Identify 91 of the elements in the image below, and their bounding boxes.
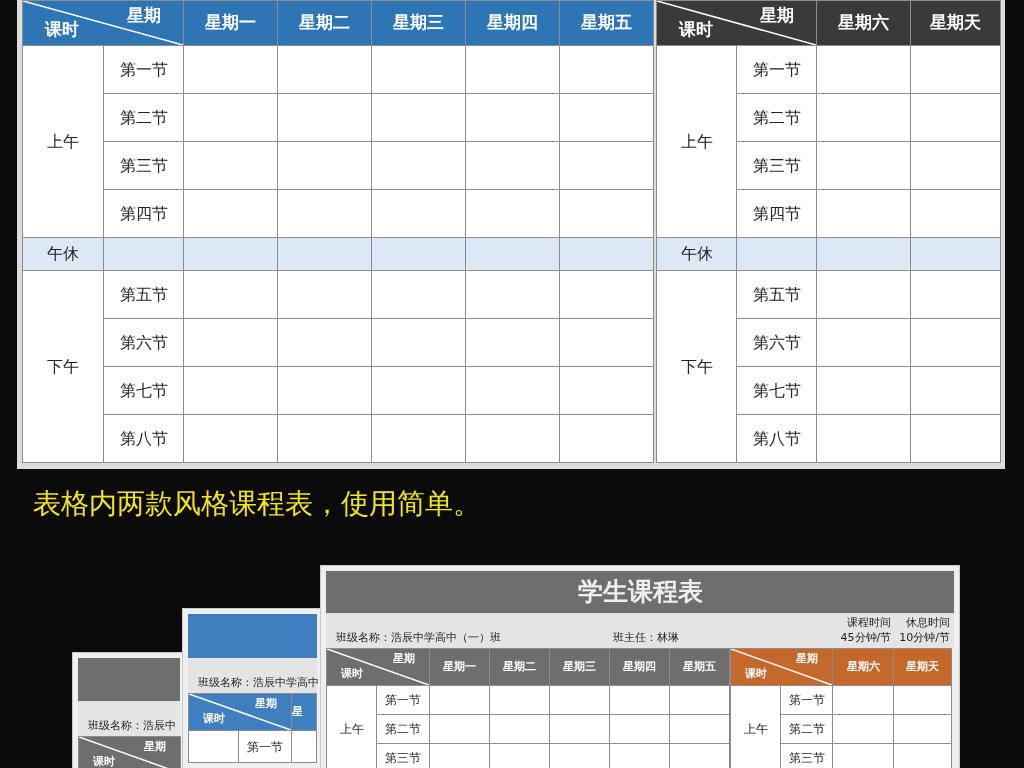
class-name: 班级名称：浩辰中学高中 — [198, 674, 319, 691]
day-header-cell: 星期六 — [833, 649, 893, 685]
time-value: 10分钟/节 — [899, 631, 950, 646]
row-header-cell: 第七节 — [737, 367, 816, 414]
day-header-cell: 星期四 — [466, 1, 559, 45]
row-header-cell: 第三节 — [781, 744, 832, 768]
class-name: 班级名称：浩辰中 — [88, 717, 176, 734]
row-header-cell: 第八节 — [737, 415, 816, 462]
day-header-cell: 星期三 — [550, 649, 609, 685]
row-header-cell: 第一节 — [377, 686, 429, 714]
day-header-cell: 星期一 — [184, 1, 277, 45]
header-label: 课时 — [45, 17, 80, 41]
row-header-cell: 第一节 — [104, 46, 183, 93]
table-cell — [610, 715, 669, 743]
time-label: 课程时间 — [847, 616, 892, 632]
table-cell — [894, 686, 951, 714]
header-label: 星期 — [126, 4, 161, 27]
row-header-cell: 第三节 — [737, 142, 816, 189]
row-header-cell: 第二节 — [377, 715, 429, 743]
day-header-cell: 星期天 — [894, 649, 951, 685]
row-header-cell: 上午 — [657, 46, 736, 237]
row-header-cell: 第一节 — [781, 686, 832, 714]
day-header-cell: 星期六 — [817, 1, 910, 45]
table-cell — [292, 731, 316, 762]
header-label: 星期 — [143, 739, 166, 755]
table-cell — [550, 686, 609, 714]
card-title: 学生课程表 — [577, 576, 703, 609]
row-header-cell: 第五节 — [737, 271, 816, 318]
table-cell — [430, 715, 489, 743]
table-cell — [833, 744, 893, 768]
table-cell — [670, 715, 729, 743]
row-header-cell: 上午 — [327, 686, 376, 768]
table-cell — [189, 731, 238, 762]
table-cell — [610, 686, 669, 714]
day-header-cell: 星期天 — [911, 1, 1000, 45]
row-header-cell: 第二节 — [104, 94, 183, 141]
table-cell — [833, 715, 893, 743]
header-label: 课时 — [93, 753, 116, 768]
row-header-cell: 第二节 — [737, 94, 816, 141]
day-header-cell: 星期三 — [372, 1, 465, 45]
header-label: 星期 — [392, 651, 415, 667]
row-header-cell: 第五节 — [104, 271, 183, 318]
table-cell — [430, 686, 489, 714]
day-header-cell: 星期四 — [610, 649, 669, 685]
row-header-cell: 第三节 — [377, 744, 429, 768]
day-header-cell: 星 — [292, 694, 316, 730]
row-header-cell: 第二节 — [781, 715, 832, 743]
row-header-cell: 第四节 — [737, 190, 816, 237]
header-label: 课时 — [745, 665, 768, 682]
table-cell — [894, 715, 951, 743]
row-header-cell: 午休 — [23, 238, 103, 270]
row-header-cell: 第六节 — [737, 319, 816, 366]
table-cell — [430, 744, 489, 768]
header-label: 星期 — [254, 696, 277, 712]
day-header-cell: 星期五 — [670, 649, 729, 685]
row-header-cell: 午休 — [657, 238, 736, 270]
day-header-cell: 星期二 — [278, 1, 371, 45]
table-cell — [490, 715, 549, 743]
header-label: 课时 — [679, 17, 714, 41]
row-header-cell: 上午 — [731, 686, 780, 768]
time-value: 45分钟/节 — [840, 631, 892, 646]
table-cell — [490, 686, 549, 714]
day-header-cell: 星期二 — [490, 649, 549, 685]
header-label: 课时 — [341, 665, 364, 682]
row-header-cell: 第三节 — [104, 142, 183, 189]
header-label: 星期 — [759, 4, 794, 27]
row-header-cell: 下午 — [23, 271, 103, 462]
caption: 表格内两款风格课程表，使用简单。 — [33, 487, 481, 520]
table-cell — [610, 744, 669, 768]
table-cell — [670, 744, 729, 768]
header-label: 星期 — [795, 651, 818, 667]
day-header-cell: 星期五 — [560, 1, 653, 45]
head-teacher: 班主任：林琳 — [613, 629, 680, 646]
row-header-cell: 第四节 — [104, 190, 183, 237]
table-cell — [670, 686, 729, 714]
table-cell — [833, 686, 893, 714]
time-label: 休息时间 — [906, 616, 950, 632]
class-name: 班级名称：浩辰中学高中（一）班 — [336, 629, 502, 646]
row-header-cell: 第八节 — [104, 415, 183, 462]
table-cell — [550, 715, 609, 743]
row-header-cell: 第一节 — [239, 731, 291, 762]
row-header-cell: 上午 — [23, 46, 103, 237]
table-cell — [894, 744, 951, 768]
row-header-cell: 第七节 — [104, 367, 183, 414]
table-cell — [550, 744, 609, 768]
day-header-cell: 星期一 — [430, 649, 489, 685]
header-label: 课时 — [203, 710, 226, 727]
row-header-cell: 第一节 — [737, 46, 816, 93]
row-header-cell: 下午 — [657, 271, 736, 462]
table-cell — [490, 744, 549, 768]
row-header-cell: 第六节 — [104, 319, 183, 366]
